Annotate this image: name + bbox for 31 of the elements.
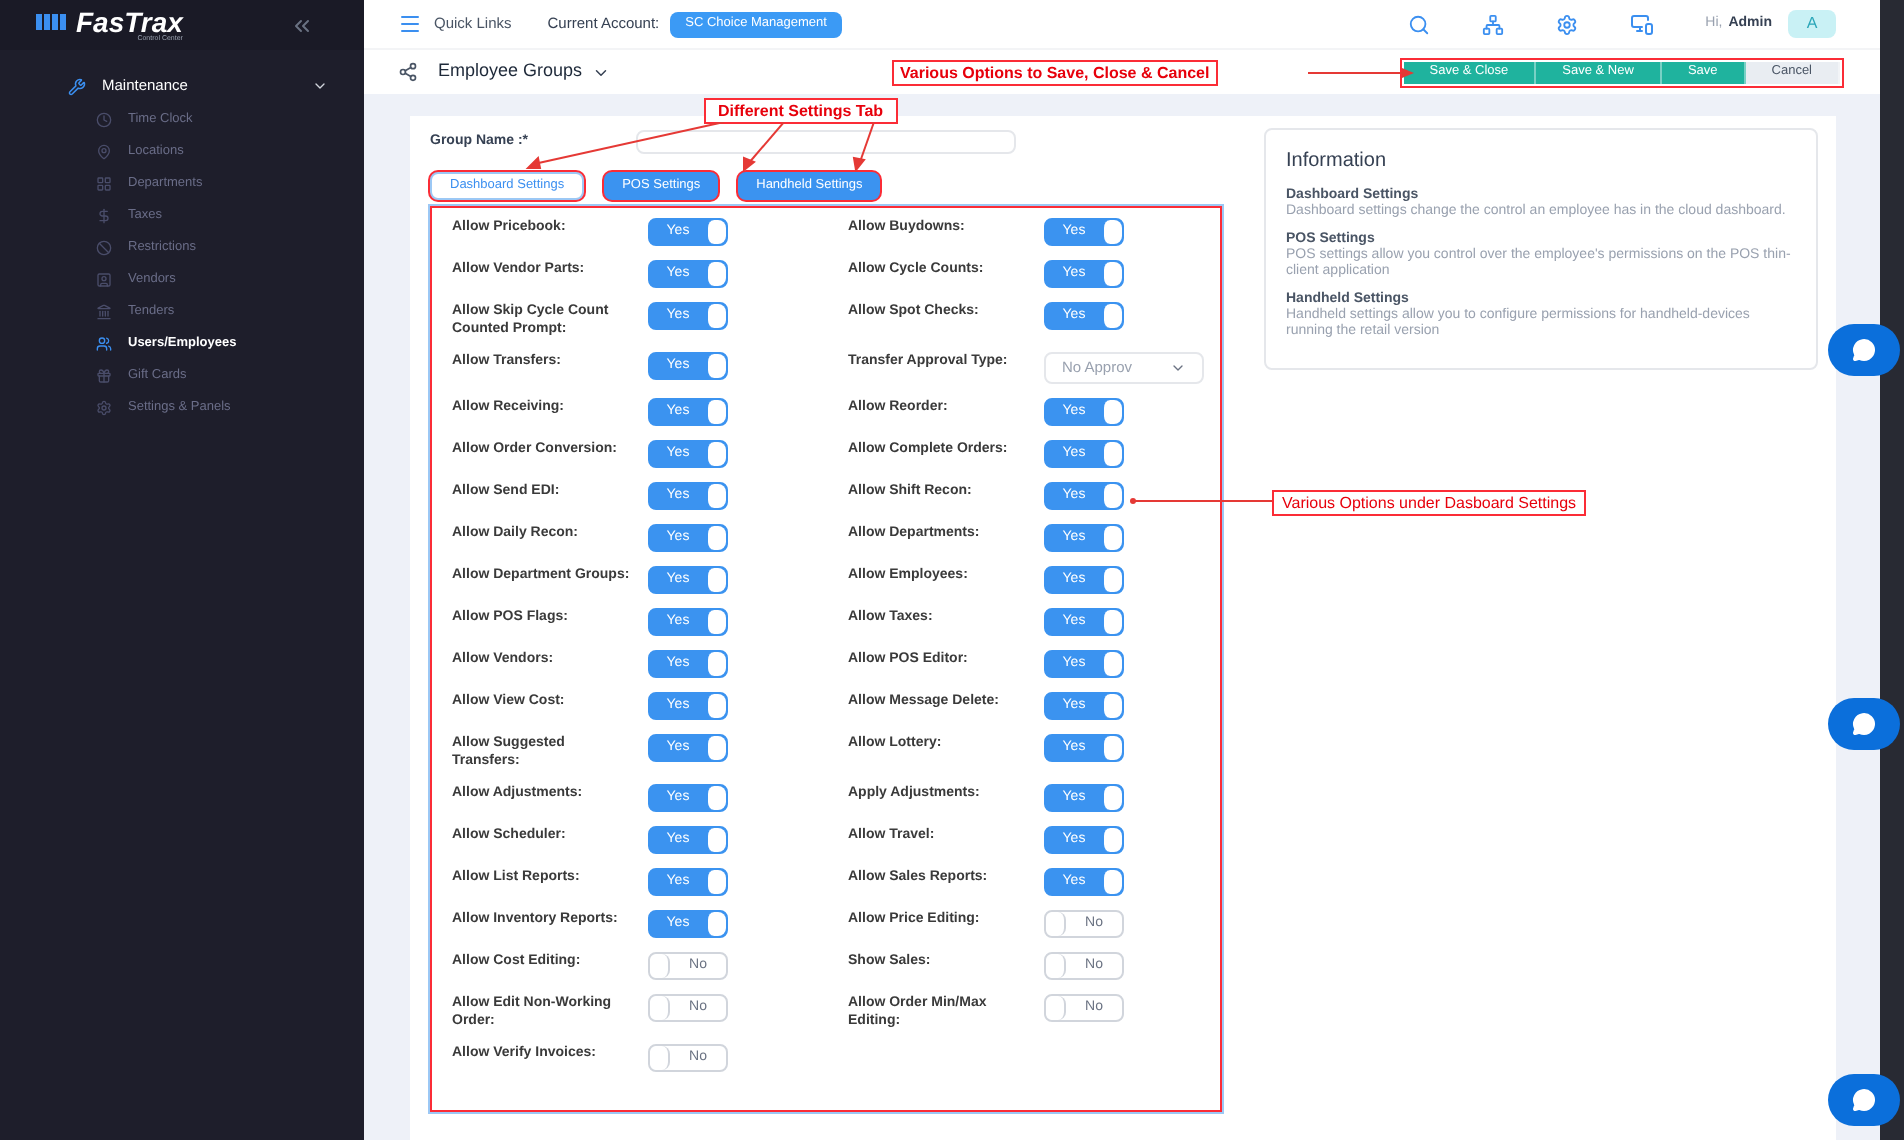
chevron-icon — [1170, 360, 1186, 376]
chat-icon — [1852, 1088, 1876, 1112]
page-title: Employee Groups — [438, 58, 583, 85]
menu-item-icon — [96, 176, 112, 192]
devices-icon[interactable] — [1629, 12, 1654, 36]
search-icon[interactable] — [1407, 13, 1430, 35]
menu-icon[interactable] — [398, 12, 422, 36]
settings-icon[interactable] — [1555, 13, 1578, 35]
menu-item-icon — [96, 272, 112, 288]
wrench-icon — [68, 77, 86, 95]
information-title: Information — [1286, 148, 1389, 176]
menu-item-icon — [96, 336, 112, 352]
menu-item-icon — [96, 368, 112, 384]
network-icon[interactable] — [1481, 13, 1504, 35]
menu-item-icon — [96, 144, 112, 160]
annotation-label: Various Options under Dasboard Settings — [1272, 490, 1587, 516]
avatar[interactable]: A — [1788, 10, 1836, 38]
chat-icon — [1852, 338, 1876, 362]
annotation-label: Various Options to Save, Close & Cancel — [892, 60, 1218, 86]
annotation-label: Different Settings Tab — [704, 98, 898, 124]
arrow — [1308, 66, 1414, 80]
menu-item-icon — [96, 112, 112, 128]
chat-icon — [1852, 712, 1876, 736]
group-name-field[interactable] — [636, 130, 1016, 154]
menu-item-icon — [96, 240, 112, 256]
stripes-icon — [36, 13, 68, 30]
menu-item-icon — [96, 400, 112, 416]
logo: FasTrax — [76, 7, 183, 36]
menu-item-icon — [96, 304, 112, 320]
hierarchy-icon — [398, 62, 418, 82]
menu-item-icon — [96, 208, 112, 224]
